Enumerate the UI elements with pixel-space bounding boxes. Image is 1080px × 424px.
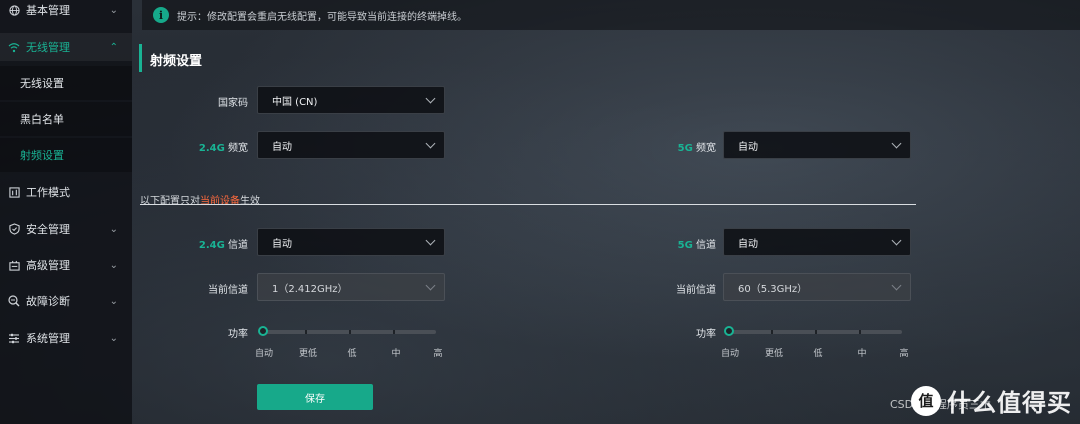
chevron-down-icon: ⌄	[109, 332, 118, 344]
chevron-down-icon: ⌄	[109, 295, 118, 307]
slider-tick	[305, 330, 307, 334]
chevron-down-icon: ⌄	[109, 223, 118, 235]
slider-thumb[interactable]	[258, 326, 268, 336]
sidebar-item-label: 故障诊断	[26, 295, 70, 308]
bandwidth-5g-select[interactable]: 自动	[723, 131, 911, 159]
sidebar-subitem-wireless-settings[interactable]: 无线设置	[0, 66, 132, 100]
channel-5g-value: 自动	[738, 238, 758, 250]
current-channel-5g-value: 60（5.3GHz）	[738, 283, 808, 295]
save-button[interactable]: 保存	[257, 384, 373, 410]
bandwidth-5g-label: 5G 频宽	[677, 143, 716, 154]
chevron-down-icon	[891, 138, 902, 149]
power-5g-label: 功率	[696, 329, 716, 340]
power-24g-label: 功率	[228, 329, 248, 340]
current-channel-5g-select: 60（5.3GHz）	[723, 273, 911, 301]
sidebar-subitem-label: 射频设置	[20, 149, 64, 162]
channel-24g-value: 自动	[272, 238, 292, 250]
sidebar-item-label: 无线管理	[26, 41, 70, 54]
chevron-down-icon	[425, 280, 436, 291]
channel-5g-select[interactable]: 自动	[723, 228, 911, 256]
slider-track	[260, 330, 436, 334]
bandwidth-24g-select[interactable]: 自动	[257, 131, 445, 159]
page-title: 射频设置	[150, 54, 203, 69]
sidebar-subitem-label: 黑白名单	[20, 113, 64, 126]
sidebar-item-work-mode[interactable]: 工作模式	[0, 178, 132, 206]
sidebar-item-label: 安全管理	[26, 223, 70, 236]
sidebar-item-label: 系统管理	[26, 332, 70, 345]
slider-mark: 中	[391, 349, 401, 359]
notice-bar: i 提示：修改配置会重启无线配置，可能导致当前连接的终端掉线。	[142, 0, 1080, 30]
slider-mark: 自动	[720, 349, 740, 359]
watermark: 值 什么值得买	[911, 383, 1072, 418]
channel-5g-label: 5G 信道	[677, 240, 716, 251]
bandwidth-5g-value: 自动	[738, 141, 758, 153]
sidebar-subitem-blacklist[interactable]: 黑白名单	[0, 102, 132, 136]
country-code-label: 国家码	[218, 98, 248, 109]
slider-mark: 自动	[254, 349, 274, 359]
system-settings-icon	[8, 332, 20, 344]
work-mode-icon	[8, 186, 20, 198]
slider-tick	[815, 330, 817, 334]
chevron-up-icon: ⌃	[109, 41, 118, 53]
chevron-down-icon	[891, 280, 902, 291]
slider-mark: 高	[899, 349, 909, 359]
advanced-icon	[8, 259, 20, 271]
slider-tick	[393, 330, 395, 334]
chevron-down-icon	[425, 138, 436, 149]
slider-mark: 低	[813, 349, 823, 359]
section-divider	[140, 204, 916, 205]
wifi-icon	[8, 41, 20, 53]
notice-text: 提示：修改配置会重启无线配置，可能导致当前连接的终端掉线。	[177, 11, 467, 23]
current-channel-5g-label: 当前信道	[676, 285, 716, 296]
chevron-down-icon	[425, 93, 436, 104]
watermark-text: 什么值得买	[947, 389, 1072, 417]
country-code-select[interactable]: 中国 (CN)	[257, 86, 445, 114]
globe-icon	[8, 4, 20, 16]
chevron-down-icon: ⌄	[109, 259, 118, 271]
country-code-value: 中国 (CN)	[272, 96, 318, 108]
current-channel-24g-label: 当前信道	[208, 285, 248, 296]
chevron-down-icon	[891, 235, 902, 246]
sidebar-subitem-label: 无线设置	[20, 77, 64, 90]
brand-logo-icon: 值	[911, 385, 941, 416]
slider-mark: 高	[433, 349, 443, 359]
slider-mark: 低	[347, 349, 357, 359]
current-channel-24g-value: 1（2.412GHz）	[272, 283, 348, 295]
sidebar-item-diagnostics[interactable]: 故障诊断 ⌄	[0, 287, 132, 315]
sidebar-item-wireless[interactable]: 无线管理 ⌃	[0, 33, 132, 61]
bandwidth-24g-label: 2.4G 频宽	[198, 143, 248, 154]
power-5g-slider[interactable]: 自动 更低 低 中 高	[720, 322, 909, 362]
slider-mark: 中	[857, 349, 867, 359]
current-channel-24g-select: 1（2.412GHz）	[257, 273, 445, 301]
bandwidth-24g-value: 自动	[272, 141, 292, 153]
shield-icon	[8, 223, 20, 235]
slider-track	[726, 330, 902, 334]
diagnose-icon	[8, 295, 20, 307]
slider-mark: 更低	[764, 349, 784, 359]
slider-tick	[771, 330, 773, 334]
sidebar: 基本管理 ⌄ 无线管理 ⌃ 无线设置 黑白名单 射频设置 工作模式 安全管理 ⌄…	[0, 0, 132, 424]
sidebar-item-system[interactable]: 系统管理 ⌄	[0, 324, 132, 352]
sidebar-item-advanced[interactable]: 高级管理 ⌄	[0, 251, 132, 279]
slider-thumb[interactable]	[724, 326, 734, 336]
slider-mark: 更低	[298, 349, 318, 359]
info-icon: i	[153, 7, 169, 23]
power-24g-slider[interactable]: 自动 更低 低 中 高	[254, 322, 443, 362]
channel-24g-label: 2.4G 信道	[198, 240, 248, 251]
sidebar-item-security[interactable]: 安全管理 ⌄	[0, 215, 132, 243]
sidebar-subitem-rf-settings[interactable]: 射频设置	[0, 138, 132, 172]
slider-tick	[349, 330, 351, 334]
sidebar-item-label: 基本管理	[26, 4, 70, 17]
sidebar-item-label: 高级管理	[26, 259, 70, 272]
sidebar-item-basic[interactable]: 基本管理 ⌄	[0, 0, 132, 24]
channel-24g-select[interactable]: 自动	[257, 228, 445, 256]
chevron-down-icon: ⌄	[109, 4, 118, 16]
section-accent-bar	[139, 44, 142, 72]
sidebar-item-label: 工作模式	[26, 186, 70, 199]
chevron-down-icon	[425, 235, 436, 246]
slider-tick	[859, 330, 861, 334]
